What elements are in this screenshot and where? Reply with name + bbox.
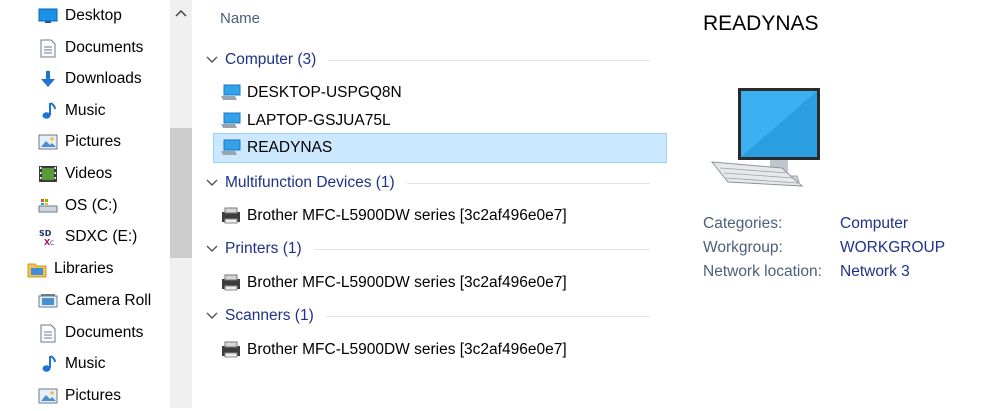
pictures-icon xyxy=(38,386,58,406)
group-header-multifunction-devices[interactable]: Multifunction Devices (1) xyxy=(204,171,656,195)
group-divider xyxy=(325,315,650,317)
chevron-down-icon[interactable] xyxy=(204,308,220,324)
libraries-icon xyxy=(27,259,47,279)
nav-item-lib-documents[interactable]: Documents xyxy=(38,318,143,348)
item-label: Brother MFC-L5900DW series [3c2af496e0e7… xyxy=(247,274,567,291)
sd-card-icon: SD X C xyxy=(38,227,58,247)
list-item-mfd-brother[interactable]: Brother MFC-L5900DW series [3c2af496e0e7… xyxy=(214,202,666,230)
property-value: Network 3 xyxy=(840,263,910,280)
column-header-name[interactable]: Name xyxy=(220,10,260,27)
nav-item-lib-pictures[interactable]: Pictures xyxy=(38,381,121,411)
nav-item-label: Documents xyxy=(65,324,144,341)
details-title: READYNAS xyxy=(703,12,819,35)
item-label: DESKTOP-USPGQ8N xyxy=(247,84,402,101)
documents-icon xyxy=(38,323,58,343)
group-name: Multifunction Devices (1) xyxy=(225,174,395,191)
svg-text:C: C xyxy=(50,240,54,247)
nav-item-label: SDXC (E:) xyxy=(65,228,138,245)
list-item-desktop-uspgq8n[interactable]: DESKTOP-USPGQ8N xyxy=(214,79,666,107)
downloads-icon xyxy=(38,69,58,89)
item-label: Brother MFC-L5900DW series [3c2af496e0e7… xyxy=(247,207,567,224)
chevron-down-icon[interactable] xyxy=(204,241,220,257)
property-row-network-location: Network location: Network 3 xyxy=(703,263,910,285)
scroll-thumb[interactable] xyxy=(170,128,192,258)
computer-icon xyxy=(220,83,242,103)
computer-icon xyxy=(220,111,242,131)
list-item-printer-brother[interactable]: Brother MFC-L5900DW series [3c2af496e0e7… xyxy=(214,269,666,297)
nav-item-label: Music xyxy=(65,355,106,372)
nav-item-label: Downloads xyxy=(65,70,142,87)
nav-item-pictures[interactable]: Pictures xyxy=(38,127,121,157)
list-item-laptop-gsjua75l[interactable]: LAPTOP-GSJUA75L xyxy=(214,107,666,135)
list-item-readynas[interactable]: READYNAS xyxy=(213,133,667,163)
nav-item-label: Documents xyxy=(65,39,144,56)
documents-icon xyxy=(38,38,58,58)
nav-item-label: Pictures xyxy=(65,133,121,150)
computer-icon xyxy=(220,138,242,158)
property-key: Categories: xyxy=(703,215,783,232)
item-label: LAPTOP-GSJUA75L xyxy=(247,112,391,129)
nav-item-label: Videos xyxy=(65,165,113,182)
nav-item-music[interactable]: Music xyxy=(38,96,105,126)
nav-item-camera-roll[interactable]: Camera Roll xyxy=(38,286,151,316)
nav-item-documents[interactable]: Documents xyxy=(38,33,143,63)
chevron-down-icon[interactable] xyxy=(204,52,220,68)
group-name: Scanners (1) xyxy=(225,307,314,324)
list-item-scanner-brother[interactable]: Brother MFC-L5900DW series [3c2af496e0e7… xyxy=(214,336,666,364)
property-value: WORKGROUP xyxy=(840,239,946,256)
chevron-down-icon[interactable] xyxy=(204,175,220,191)
nav-item-os-drive[interactable]: OS (C:) xyxy=(38,191,118,221)
property-row-categories: Categories: Computer xyxy=(703,215,908,237)
chevron-up-icon xyxy=(175,9,187,17)
item-label: Brother MFC-L5900DW series [3c2af496e0e7… xyxy=(247,341,567,358)
details-pane: READYNAS Categories: Computer Workgroup:… xyxy=(682,0,998,408)
item-label: READYNAS xyxy=(247,139,333,156)
computer-large-icon xyxy=(706,84,822,201)
printer-icon xyxy=(220,206,242,226)
nav-scrollbar[interactable] xyxy=(170,0,192,408)
group-divider xyxy=(313,248,650,250)
nav-item-downloads[interactable]: Downloads xyxy=(38,64,142,94)
property-key: Network location: xyxy=(703,263,822,280)
videos-icon xyxy=(38,164,58,184)
property-value: Computer xyxy=(840,215,909,232)
nav-item-label: Libraries xyxy=(54,260,114,277)
music-icon xyxy=(38,101,58,121)
property-key: Workgroup: xyxy=(703,239,783,256)
svg-text:SD: SD xyxy=(39,229,52,238)
group-name: Computer (3) xyxy=(225,51,317,68)
music-icon xyxy=(38,354,58,374)
nav-item-label: OS (C:) xyxy=(65,197,118,214)
nav-item-sdxc[interactable]: SD X C SDXC (E:) xyxy=(38,222,137,252)
nav-item-label: Camera Roll xyxy=(65,292,152,309)
nav-item-label: Desktop xyxy=(65,7,122,24)
navigation-pane: Desktop Documents Downloads Music Pictur… xyxy=(0,0,192,408)
nav-item-label: Pictures xyxy=(65,387,121,404)
scroll-up-button[interactable] xyxy=(170,0,192,26)
printer-icon xyxy=(220,273,242,293)
nav-item-label: Music xyxy=(65,102,106,119)
group-divider xyxy=(406,182,650,184)
nav-item-lib-music[interactable]: Music xyxy=(38,349,105,379)
camera-roll-icon xyxy=(38,291,58,311)
group-divider xyxy=(328,59,650,61)
group-header-computer[interactable]: Computer (3) xyxy=(204,48,656,72)
nav-item-libraries[interactable]: Libraries xyxy=(27,254,113,284)
printer-icon xyxy=(220,340,242,360)
desktop-icon xyxy=(38,6,58,26)
os-drive-icon xyxy=(38,196,58,216)
nav-item-desktop[interactable]: Desktop xyxy=(38,1,122,31)
group-header-printers[interactable]: Printers (1) xyxy=(204,237,656,261)
pictures-icon xyxy=(38,132,58,152)
group-name: Printers (1) xyxy=(225,240,302,257)
property-row-workgroup: Workgroup: WORKGROUP xyxy=(703,239,945,261)
nav-item-videos[interactable]: Videos xyxy=(38,159,112,189)
file-list-pane: Name Computer (3) DESKTOP-USPGQ8N LAPTOP… xyxy=(192,0,668,408)
group-header-scanners[interactable]: Scanners (1) xyxy=(204,304,656,328)
